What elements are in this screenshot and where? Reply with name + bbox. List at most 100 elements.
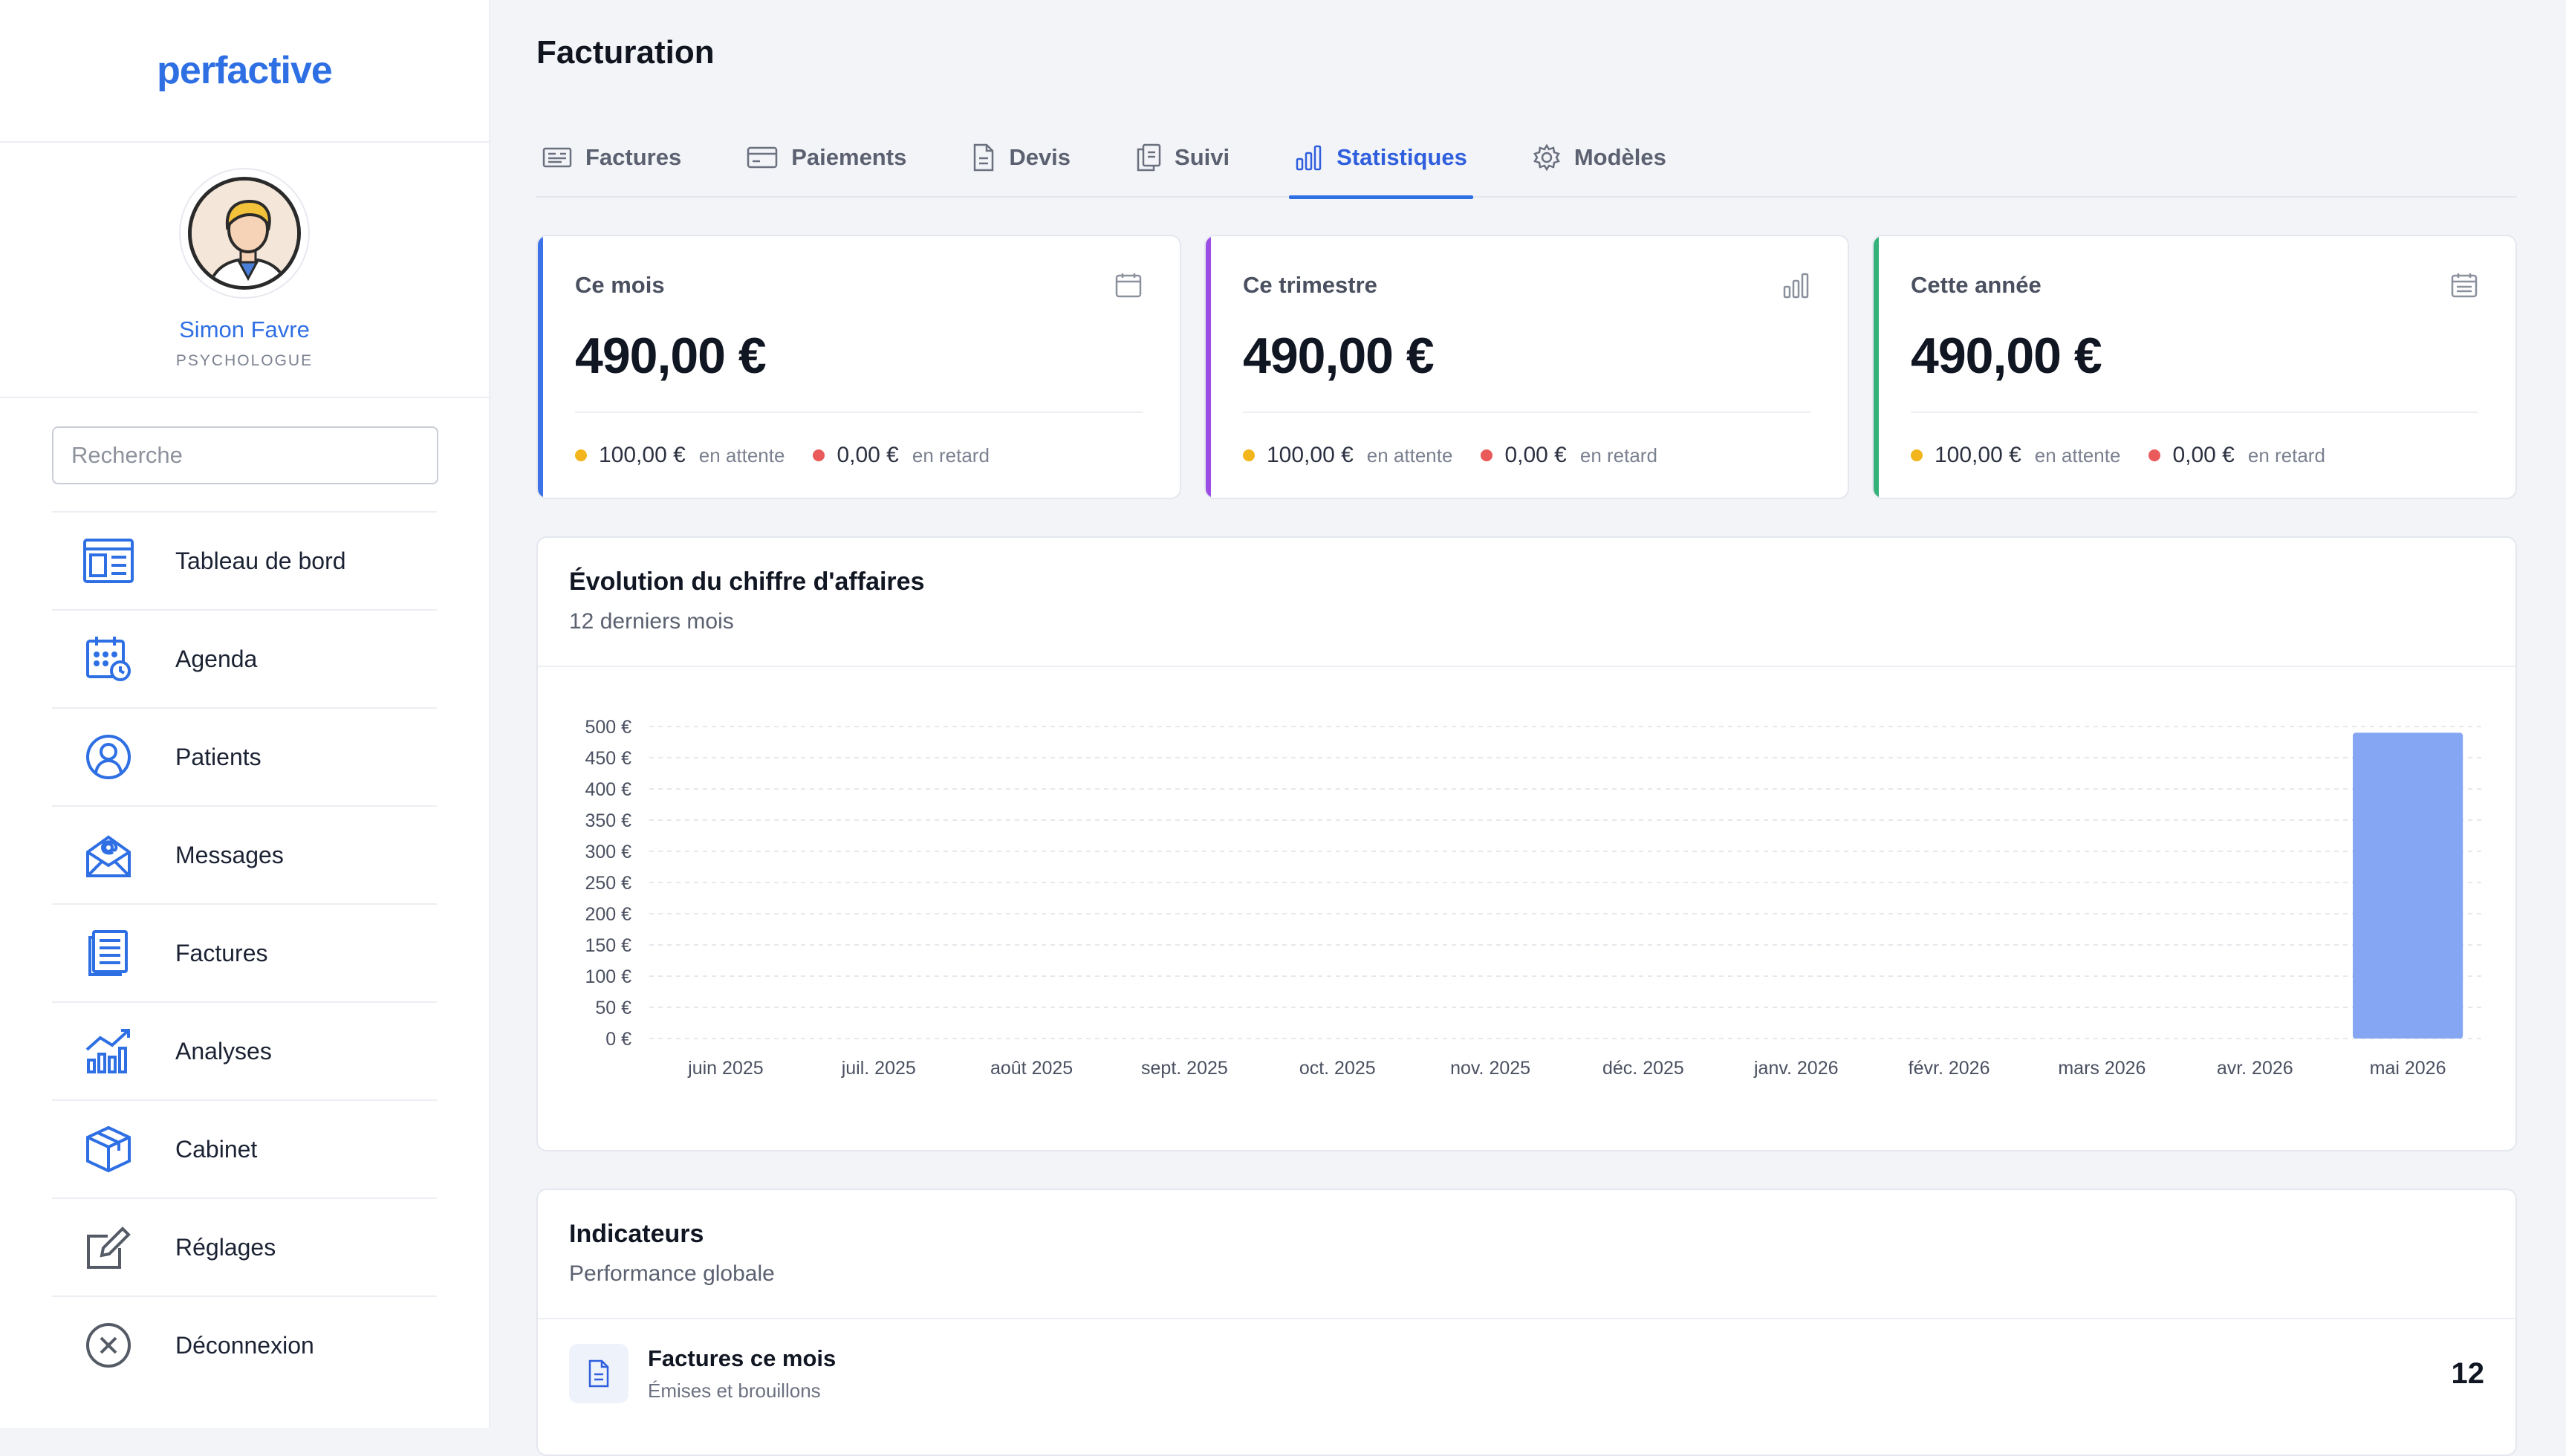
late-amount: 0,00 € xyxy=(837,443,899,467)
sidebar-item-deconnexion[interactable]: Déconnexion xyxy=(52,1296,437,1394)
y-tick-label: 250 € xyxy=(585,873,631,894)
x-tick-label: juin 2025 xyxy=(687,1058,763,1079)
tab-devis[interactable]: Devis xyxy=(966,117,1076,198)
tab-label: Factures xyxy=(585,144,682,170)
chart-title: Évolution du chiffre d'affaires xyxy=(569,568,925,596)
late-dot xyxy=(1481,449,1493,461)
dashboard-icon xyxy=(80,533,137,589)
tab-factures[interactable]: Factures xyxy=(536,117,687,198)
tab-modeles[interactable]: Modèles xyxy=(1527,117,1672,198)
edit-square-icon xyxy=(80,1219,137,1275)
sidebar-item-label: Cabinet xyxy=(175,1135,258,1163)
sidebar-item-label: Factures xyxy=(175,939,268,966)
pending-label: en attente xyxy=(1366,443,1453,467)
sidebar-item-agenda[interactable]: Agenda xyxy=(52,609,437,707)
avatar[interactable] xyxy=(179,168,310,299)
card-title: Cette année xyxy=(1911,272,2042,298)
y-tick-label: 350 € xyxy=(585,810,631,831)
card-accent-stripe xyxy=(538,236,543,498)
sidebar-nav: Tableau de bord Agenda Patients Messages… xyxy=(52,511,437,1394)
summary-card-quarter: Ce trimestre 490,00 € 100,00 € en attent… xyxy=(1204,235,1849,499)
pending-label: en attente xyxy=(698,443,785,467)
sidebar-item-label: Patients xyxy=(175,743,262,770)
indicators-subtitle: Performance globale xyxy=(569,1261,775,1286)
main-content: Facturation Factures Paiements Devis Sui… xyxy=(490,0,2566,1456)
late-dot xyxy=(813,449,825,461)
gear-icon xyxy=(1533,143,1560,172)
tab-label: Paiements xyxy=(791,144,907,170)
sidebar-item-factures[interactable]: Factures xyxy=(52,903,437,1001)
y-tick-label: 300 € xyxy=(585,842,631,862)
y-tick-label: 50 € xyxy=(595,998,631,1018)
sidebar-item-label: Tableau de bord xyxy=(175,547,346,574)
file-icon xyxy=(974,143,994,172)
logo-area: perfactive xyxy=(0,0,489,143)
card-amount: 490,00 € xyxy=(1243,328,1435,384)
y-tick-label: 200 € xyxy=(585,904,631,925)
user-circle-icon xyxy=(80,729,137,785)
late-label: en retard xyxy=(1579,443,1657,467)
sidebar-item-messages[interactable]: Messages xyxy=(52,805,437,903)
sidebar-item-reglages[interactable]: Réglages xyxy=(52,1197,437,1296)
summary-card-year: Cette année 490,00 € 100,00 € en attente… xyxy=(1872,235,2517,499)
close-circle-icon xyxy=(80,1317,137,1374)
sidebar-item-label: Déconnexion xyxy=(175,1331,314,1359)
y-tick-label: 500 € xyxy=(585,717,631,738)
bar[interactable] xyxy=(2352,732,2463,1039)
tab-label: Suivi xyxy=(1175,144,1230,170)
chart-trend-icon xyxy=(80,1023,137,1079)
search-input[interactable] xyxy=(52,426,438,484)
credit-card-icon xyxy=(747,146,778,169)
x-tick-label: août 2025 xyxy=(990,1058,1073,1079)
sidebar: perfactive Simon Favre PSYCHOLOGUE Reche… xyxy=(0,0,490,1428)
bar-chart-icon xyxy=(1783,273,1809,299)
file-text-icon xyxy=(569,1344,628,1403)
card-title: Ce mois xyxy=(575,272,665,298)
pending-amount: 100,00 € xyxy=(1267,443,1354,467)
tab-paiements[interactable]: Paiements xyxy=(741,117,912,198)
sidebar-item-tableau-de-bord[interactable]: Tableau de bord xyxy=(52,511,437,609)
x-tick-label: nov. 2025 xyxy=(1450,1058,1530,1079)
summary-cards: Ce mois 490,00 € 100,00 € en attente 0,0… xyxy=(536,235,2517,499)
late-amount: 0,00 € xyxy=(1504,443,1567,467)
calendar-icon xyxy=(1115,273,1142,298)
pending-dot xyxy=(575,449,587,461)
x-tick-label: déc. 2025 xyxy=(1602,1058,1684,1079)
page-title: Facturation xyxy=(536,34,715,71)
tab-bar: Factures Paiements Devis Suivi Statistiq… xyxy=(536,117,2517,199)
user-name[interactable]: Simon Favre xyxy=(179,316,310,343)
card-amount: 490,00 € xyxy=(575,328,767,384)
pending-dot xyxy=(1911,449,1923,461)
bar-chart-icon xyxy=(1296,145,1322,171)
x-tick-label: oct. 2025 xyxy=(1299,1058,1376,1079)
late-label: en retard xyxy=(912,443,990,467)
pending-amount: 100,00 € xyxy=(599,443,686,467)
x-tick-label: mai 2026 xyxy=(2370,1058,2446,1079)
x-tick-label: sept. 2025 xyxy=(1141,1058,1228,1079)
revenue-chart-panel: Évolution du chiffre d'affaires 12 derni… xyxy=(536,536,2517,1151)
late-amount: 0,00 € xyxy=(2172,443,2235,467)
tab-label: Statistiques xyxy=(1336,144,1467,170)
sidebar-item-label: Messages xyxy=(175,841,284,868)
late-dot xyxy=(2148,449,2161,461)
sidebar-item-label: Agenda xyxy=(175,645,258,672)
pending-label: en attente xyxy=(2034,443,2121,467)
x-tick-label: févr. 2026 xyxy=(1909,1058,1990,1079)
calendar-grid-icon xyxy=(2451,273,2478,298)
indicator-row[interactable]: Factures ce mois Émises et brouillons 12 xyxy=(538,1318,2515,1429)
mail-at-icon xyxy=(80,827,137,883)
indicator-name: Factures ce mois xyxy=(648,1345,837,1371)
tab-suivi[interactable]: Suivi xyxy=(1130,117,1235,198)
y-tick-label: 450 € xyxy=(585,748,631,769)
sidebar-item-cabinet[interactable]: Cabinet xyxy=(52,1099,437,1197)
sidebar-item-patients[interactable]: Patients xyxy=(52,707,437,805)
box-icon xyxy=(80,1121,137,1177)
tab-statistiques[interactable]: Statistiques xyxy=(1289,117,1473,199)
invoice-icon xyxy=(542,147,572,168)
summary-card-month: Ce mois 490,00 € 100,00 € en attente 0,0… xyxy=(536,235,1181,499)
sidebar-item-analyses[interactable]: Analyses xyxy=(52,1001,437,1099)
logo[interactable]: perfactive xyxy=(157,48,333,93)
card-title: Ce trimestre xyxy=(1243,272,1377,298)
user-role: PSYCHOLOGUE xyxy=(175,352,314,369)
x-tick-label: avr. 2026 xyxy=(2217,1058,2293,1079)
